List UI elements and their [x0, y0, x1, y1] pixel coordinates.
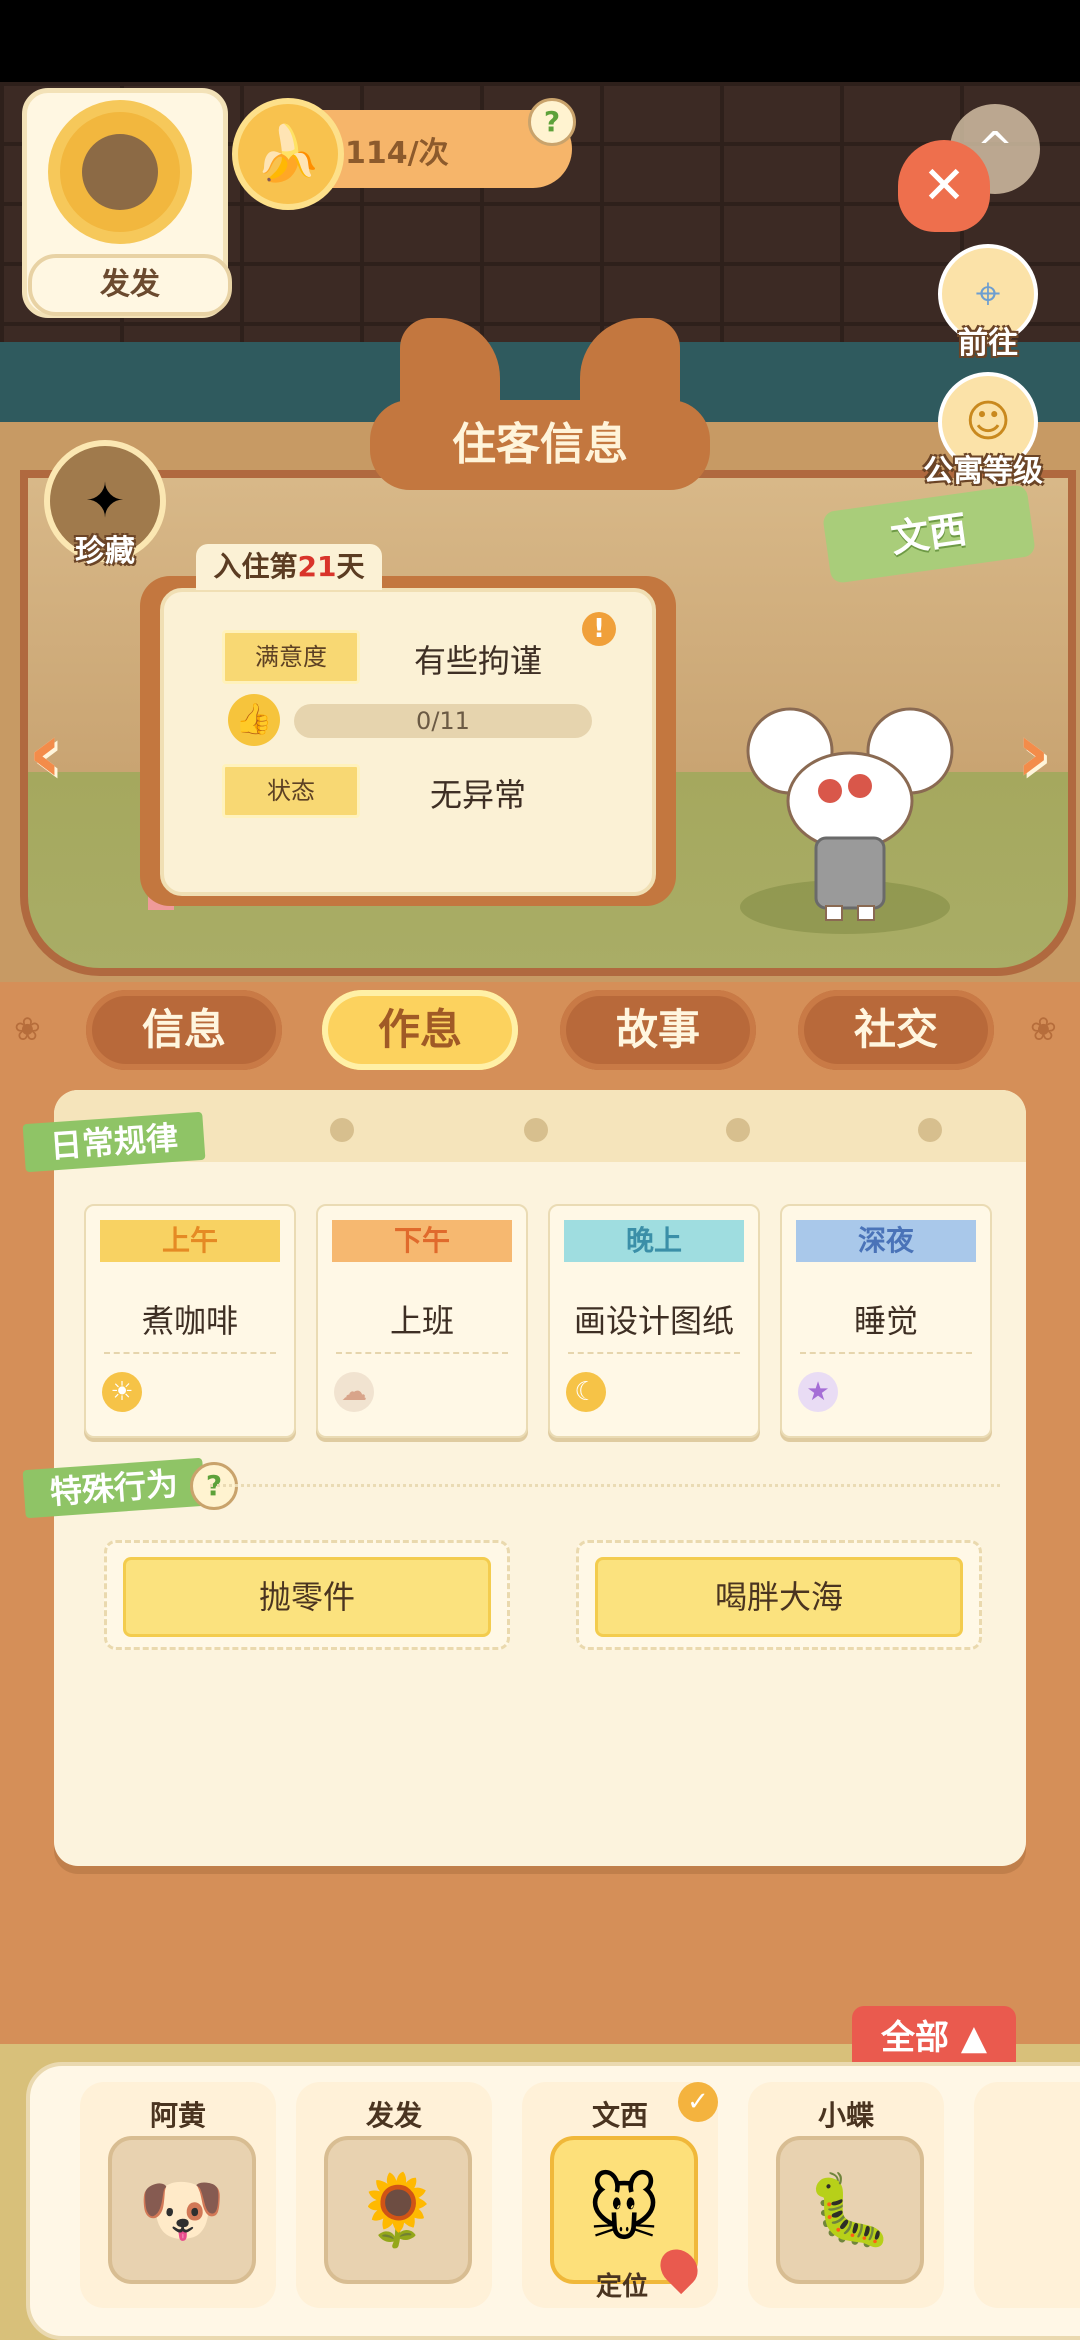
mouse-character[interactable] — [740, 706, 960, 926]
thumbs-up-icon: 👍 — [228, 694, 280, 746]
special-behavior-label: 喝胖大海 — [595, 1557, 963, 1637]
check-icon: ✓ — [678, 2082, 718, 2122]
paper-hole — [918, 1118, 942, 1142]
treasure-label: 珍藏 — [75, 534, 135, 569]
paw-icon: ❀ — [14, 1010, 41, 1048]
locate-label[interactable]: 定位 — [596, 2266, 648, 2303]
special-behavior-card[interactable]: 抛零件 — [104, 1540, 510, 1650]
routine-activity: 煮咖啡 — [141, 1302, 238, 1340]
apartment-level-button[interactable]: ☺ 公寓等级 — [923, 372, 1046, 489]
currency-value: 114/次 — [345, 136, 449, 171]
warning-icon[interactable]: ! — [582, 612, 616, 646]
status-label: 状态 — [222, 764, 360, 818]
tab-bar: ❀ 信息 作息 故事 社交 ❀ — [0, 976, 1080, 1086]
resident-card-partial[interactable] — [974, 2082, 1080, 2308]
tab-routine[interactable]: 作息 — [322, 990, 518, 1070]
dog-icon: 🐶 — [108, 2136, 256, 2284]
bug-icon: 🐛 — [776, 2136, 924, 2284]
next-resident-arrow[interactable]: › — [998, 702, 1068, 802]
routine-card-evening: 晚上 画设计图纸 ☾ — [548, 1204, 760, 1438]
all-residents-button[interactable]: 全部 ▲ — [852, 2006, 1016, 2070]
paper-hole — [330, 1118, 354, 1142]
help-icon[interactable]: ? — [528, 98, 576, 146]
routine-card-afternoon: 下午 上班 ☁ — [316, 1204, 528, 1438]
tab-story[interactable]: 故事 — [560, 990, 756, 1070]
satisfaction-label: 满意度 — [222, 630, 360, 684]
tab-info[interactable]: 信息 — [86, 990, 282, 1070]
all-label: 全部 — [881, 2018, 949, 2058]
sunflower-icon — [60, 112, 180, 232]
player-name: 发发 — [28, 254, 232, 316]
panel-title: 住客信息 — [370, 400, 710, 490]
resident-name: 阿黄 — [149, 2099, 206, 2132]
banana-icon: 🍌 — [232, 98, 344, 210]
satisfaction-value: 有些拘谨 — [414, 642, 543, 680]
star-icon: ★ — [798, 1372, 838, 1412]
routine-card-morning: 上午 煮咖啡 ☀ — [84, 1204, 296, 1438]
paper-hole — [524, 1118, 548, 1142]
routine-card-latenight: 深夜 睡觉 ★ — [780, 1204, 992, 1438]
stay-days-number: 21 — [297, 550, 337, 583]
goto-label: 前往 — [958, 326, 1018, 361]
resident-card[interactable]: 阿黄 🐶 — [80, 2082, 276, 2308]
tab-social[interactable]: 社交 — [798, 990, 994, 1070]
prev-resident-arrow[interactable]: ‹ — [10, 702, 80, 802]
resident-name: 发发 — [365, 2099, 422, 2132]
routine-activity: 画设计图纸 — [573, 1302, 734, 1340]
status-bar — [0, 0, 1080, 82]
routine-time: 下午 — [332, 1220, 512, 1262]
likes-progress: 0/11 — [294, 704, 592, 738]
apartment-level-label: 公寓等级 — [923, 454, 1043, 489]
status-value: 无异常 — [430, 776, 527, 814]
routine-time: 上午 — [100, 1220, 280, 1262]
divider — [210, 1484, 1000, 1487]
routine-activity: 上班 — [389, 1302, 454, 1340]
goto-button[interactable]: ⌖ 前往 — [930, 244, 1046, 361]
treasure-button[interactable]: ✦ 珍藏 — [40, 440, 170, 570]
special-behavior-label: 抛零件 — [123, 1557, 491, 1637]
special-behavior-card[interactable]: 喝胖大海 — [576, 1540, 982, 1650]
close-button[interactable]: ✕ — [898, 140, 990, 232]
paw-icon: ❀ — [1030, 1010, 1057, 1048]
paper-hole — [726, 1118, 750, 1142]
resident-card[interactable]: 小蝶 🐛 — [748, 2082, 944, 2308]
moon-icon: ☾ — [566, 1372, 606, 1412]
resident-name: 小蝶 — [817, 2099, 874, 2132]
sun-icon: ☀ — [102, 1372, 142, 1412]
routine-time: 深夜 — [796, 1220, 976, 1262]
cloud-icon: ☁ — [334, 1372, 374, 1412]
routine-time: 晚上 — [564, 1220, 744, 1262]
routine-activity: 睡觉 — [853, 1302, 918, 1340]
sunflower-icon: 🌻 — [324, 2136, 472, 2284]
resident-card[interactable]: 发发 🌻 — [296, 2082, 492, 2308]
stay-days-tab: 入住第21天 — [196, 544, 382, 590]
